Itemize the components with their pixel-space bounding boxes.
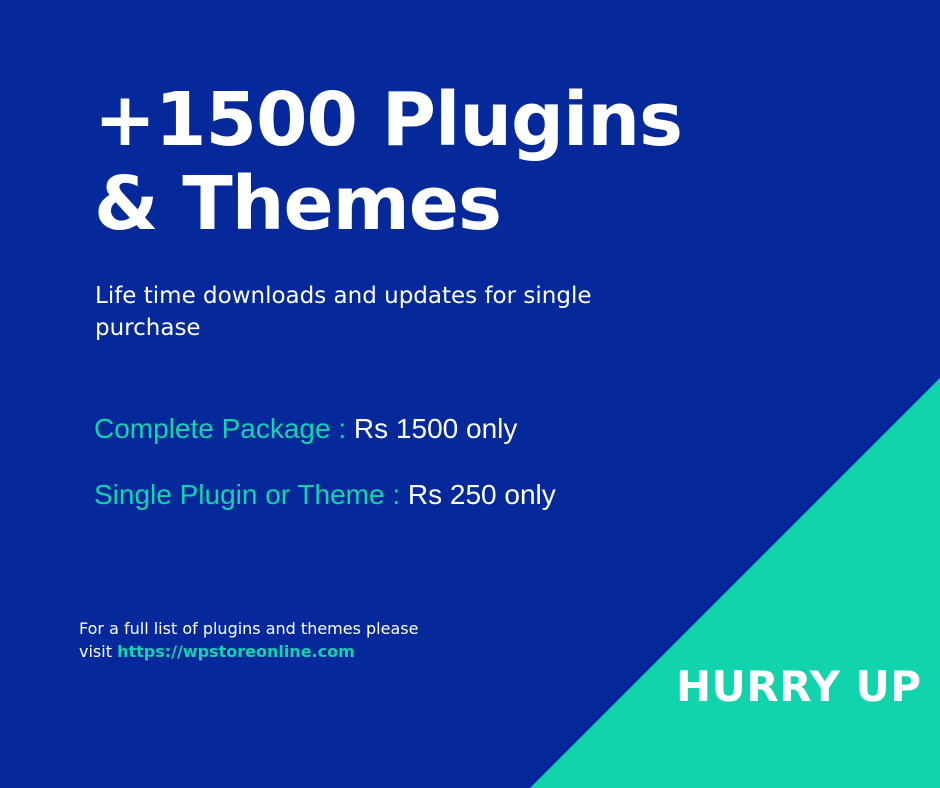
website-link[interactable]: https://wpstoreonline.com (117, 642, 355, 661)
price-single-item-label: Single Plugin or Theme : (94, 479, 408, 510)
headline-line-1: +1500 Plugins (94, 77, 683, 163)
hurry-up-text: HURRY UP (676, 662, 922, 711)
promo-banner: +1500 Plugins & Themes Life time downloa… (0, 0, 940, 788)
price-complete-package-label: Complete Package : (94, 413, 354, 444)
footer-visit-text: visit (79, 642, 118, 661)
headline-line-2: & Themes (94, 161, 502, 247)
price-single-item: Single Plugin or Theme : Rs 250 only (94, 478, 556, 512)
footer-note-line-1: For a full list of plugins and themes pl… (79, 619, 419, 638)
price-single-item-value: Rs 250 only (407, 479, 556, 510)
subtitle: Life time downloads and updates for sing… (95, 283, 592, 341)
price-complete-package-value: Rs 1500 only (353, 413, 518, 444)
footer-note-line-2: visit https://wpstoreonline.com (79, 640, 418, 663)
headline: +1500 Plugins & Themes (94, 77, 683, 247)
footer-note: For a full list of plugins and themes pl… (79, 617, 418, 663)
price-complete-package: Complete Package : Rs 1500 only (94, 412, 517, 446)
